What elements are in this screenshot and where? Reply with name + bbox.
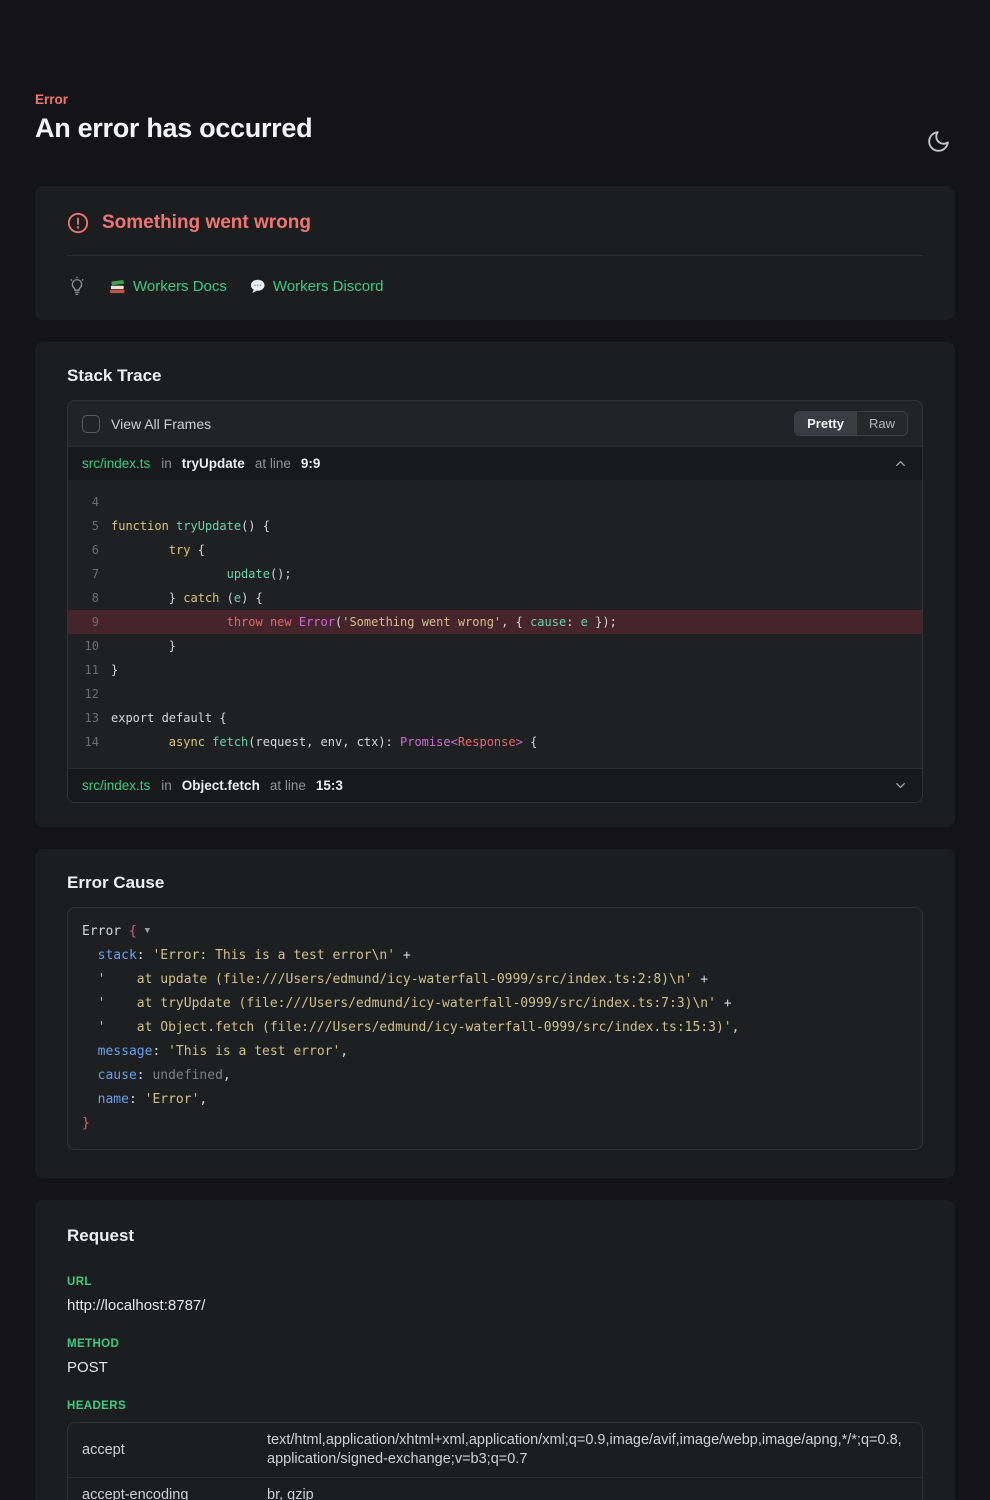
error-cause-line: name: 'Error', [82,1088,908,1112]
code-line-14: 14 async fetch(request, env, ctx): Promi… [68,730,922,754]
headers-label: HEADERS [67,1400,923,1412]
alert-card: Something went wrong [35,186,955,320]
stack-frame-header[interactable]: src/index.tsinObject.fetchat line15:3 [68,768,922,802]
method-value: POST [67,1359,923,1376]
url-value: http://localhost:8787/ [67,1297,923,1314]
header-name: accept-encoding [68,1477,253,1500]
pretty-button[interactable]: Pretty [795,412,856,435]
error-cause-line: ' at update (file:///Users/edmund/icy-wa… [82,968,908,992]
header-value: br, gzip [253,1477,922,1500]
alert-title: Something went wrong [102,212,311,234]
code-line-10: 10 } [68,634,922,658]
moon-icon [926,129,951,154]
header-row: accepttext/html,application/xhtml+xml,ap… [68,1423,922,1477]
view-all-frames-control[interactable]: View All Frames [82,415,211,433]
alert-circle-icon [67,212,89,234]
books-icon [109,278,126,295]
request-card: Request URL http://localhost:8787/ METHO… [35,1200,955,1500]
workers-discord-link[interactable]: Workers Discord [249,278,384,295]
workers-docs-link[interactable]: Workers Docs [109,278,227,295]
divider [67,255,923,256]
error-eyebrow: Error [35,92,955,107]
workers-docs-label: Workers Docs [133,278,227,295]
chevron-up-icon [893,456,908,471]
code-line-11: 11} [68,658,922,682]
url-label: URL [67,1276,923,1288]
error-cause-line: stack: 'Error: This is a test error\n' + [82,944,908,968]
code-line-5: 5function tryUpdate() { [68,514,922,538]
code-line-7: 7 update(); [68,562,922,586]
stack-trace-heading: Stack Trace [67,366,923,386]
view-all-frames-checkbox[interactable] [82,415,100,433]
collapse-toggle-icon[interactable]: ▼ [145,926,150,936]
stack-trace-card: Stack Trace View All Frames Pretty Raw s… [35,342,955,827]
page-title: An error has occurred [35,113,955,144]
error-cause-card: Error Cause Error { ▼ stack: 'Error: Thi… [35,849,955,1178]
code-line-9: 9 throw new Error('Something went wrong'… [68,610,922,634]
stack-frame-header[interactable]: src/index.tsintryUpdateat line9:9 [68,446,922,480]
header-value: text/html,application/xhtml+xml,applicat… [253,1423,922,1477]
code-line-13: 13export default { [68,706,922,730]
view-all-frames-label: View All Frames [111,416,211,432]
stack-trace-toolbar: View All Frames Pretty Raw [68,401,922,446]
header-name: accept [68,1423,253,1477]
code-line-12: 12 [68,682,922,706]
stack-trace-panel: View All Frames Pretty Raw src/index.tsi… [67,400,923,803]
chevron-down-icon [893,778,908,793]
code-line-4: 4 [68,490,922,514]
lightbulb-icon [67,276,87,296]
speech-balloon-icon [249,278,266,295]
error-cause-heading: Error Cause [67,873,923,893]
theme-toggle-button[interactable] [922,125,954,157]
raw-button[interactable]: Raw [856,412,907,435]
error-cause-line: } [82,1112,908,1136]
request-heading: Request [67,1226,923,1246]
error-cause-line: Error { ▼ [82,919,908,944]
error-cause-line: cause: undefined, [82,1064,908,1088]
header-row: accept-encodingbr, gzip [68,1477,922,1500]
format-toggle: Pretty Raw [794,411,908,436]
code-line-8: 8 } catch (e) { [68,586,922,610]
method-label: METHOD [67,1338,923,1350]
code-line-6: 6 try { [68,538,922,562]
error-cause-line: ' at Object.fetch (file:///Users/edmund/… [82,1016,908,1040]
error-cause-code: Error { ▼ stack: 'Error: This is a test … [67,907,923,1150]
error-cause-line: ' at tryUpdate (file:///Users/edmund/icy… [82,992,908,1016]
headers-table: accepttext/html,application/xhtml+xml,ap… [67,1422,923,1500]
error-cause-line: message: 'This is a test error', [82,1040,908,1064]
source-code-block: 45function tryUpdate() {6 try {7 update(… [68,480,922,768]
workers-discord-label: Workers Discord [273,278,384,295]
